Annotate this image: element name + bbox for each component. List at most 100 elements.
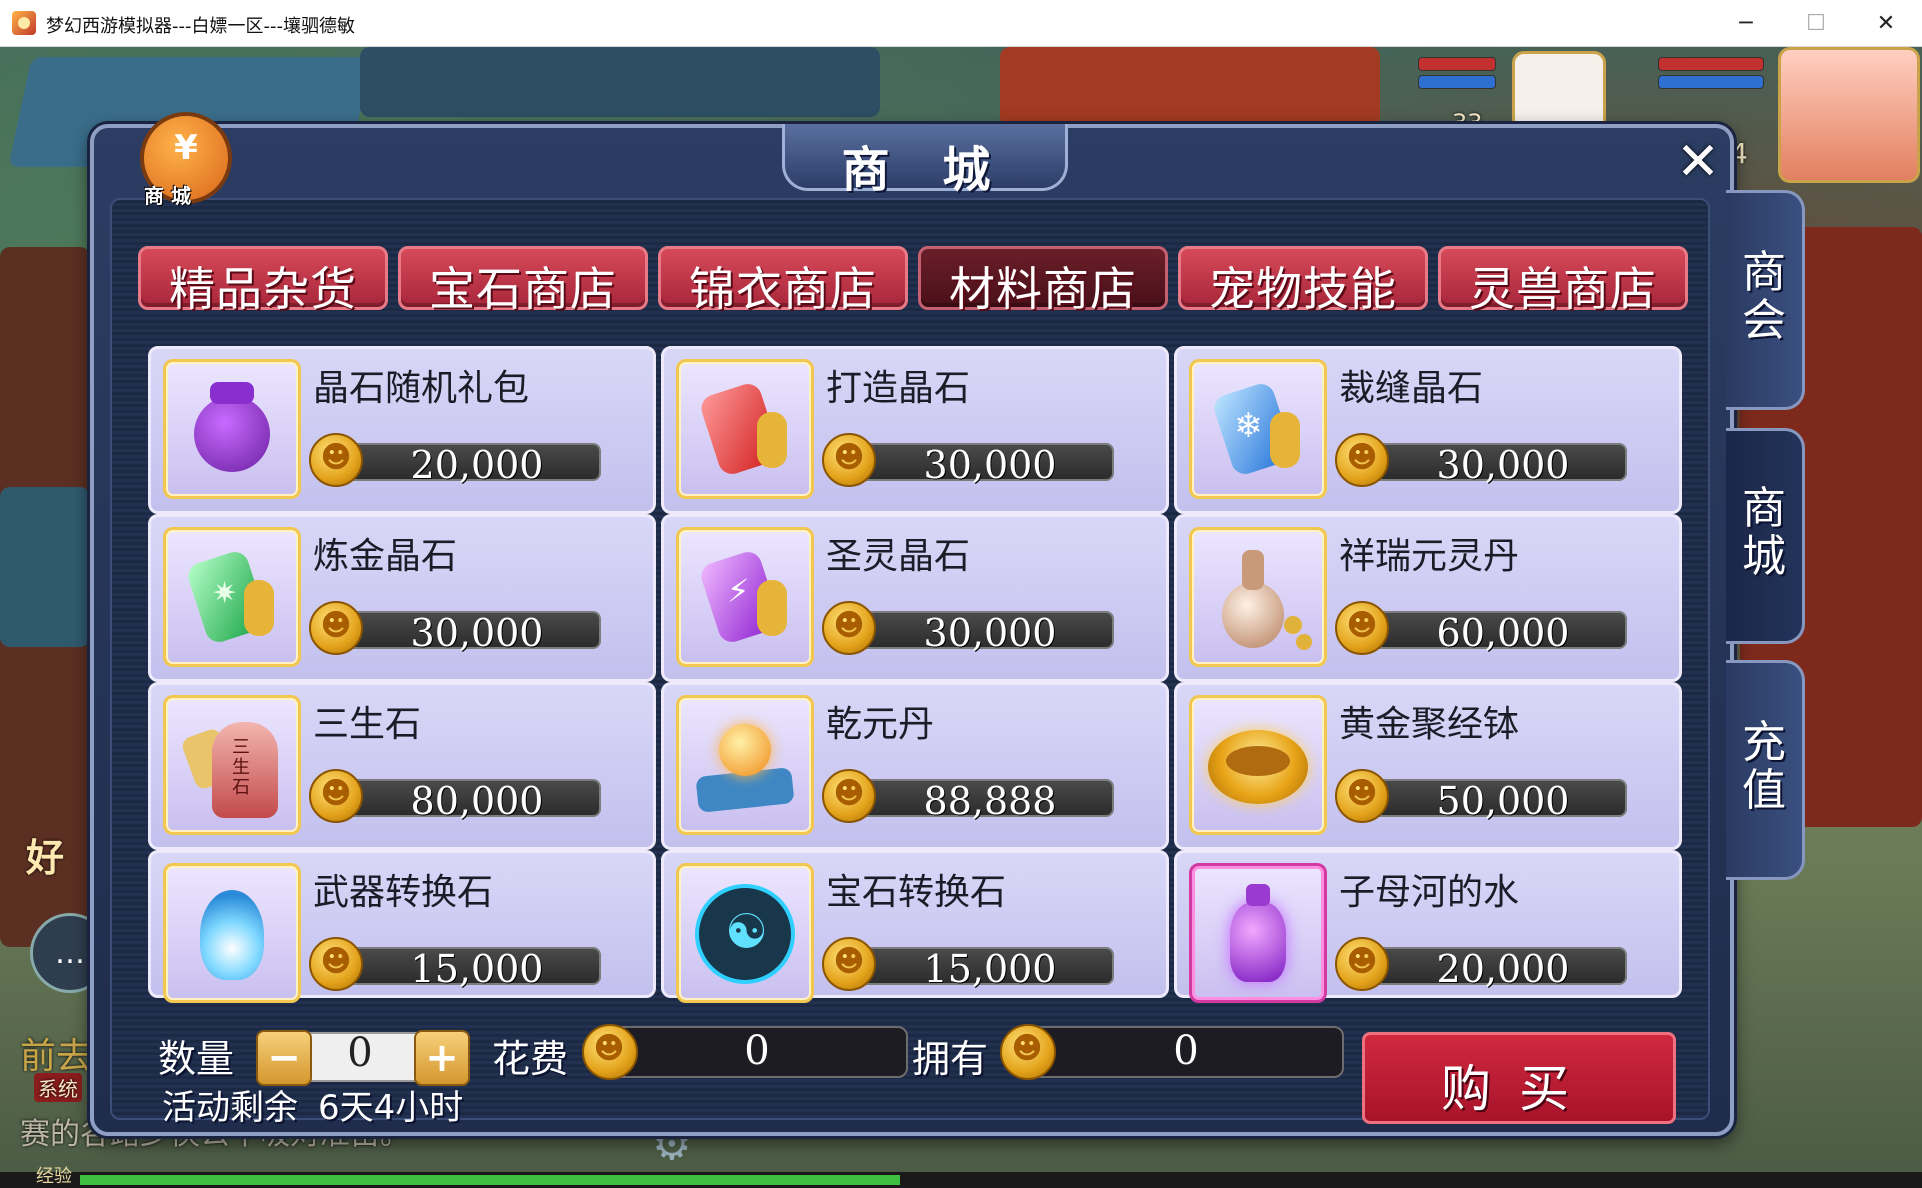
gold-coin-icon — [1000, 1024, 1056, 1080]
window-titlebar: 梦幻西游模拟器---白嫖一区---壤驷德敏 ─ ☐ ✕ — [0, 0, 1922, 47]
tab-clothing-shop[interactable]: 锦衣商店 — [658, 246, 908, 316]
roof-tiles-top — [360, 47, 880, 117]
sansheng-stone-icon: 三生石 — [163, 695, 301, 835]
experience-bar-fill — [80, 1175, 900, 1185]
shop-item-card[interactable]: ❄ 裁缝晶石 30,000 — [1174, 346, 1682, 514]
item-price: 88,888 — [923, 779, 1057, 823]
gold-coin-icon — [1335, 601, 1389, 655]
shop-item-card[interactable]: 祥瑞元灵丹 60,000 — [1174, 514, 1682, 682]
item-name: 三生石 — [313, 704, 422, 745]
minimize-icon[interactable]: ─ — [1712, 0, 1780, 46]
player-mp-bar — [1658, 75, 1764, 89]
shop-badge-label: 商 城 — [144, 184, 191, 208]
pet-avatar[interactable] — [1512, 51, 1606, 133]
gourd-bottle-icon — [1189, 527, 1327, 667]
gold-coin-icon — [309, 937, 363, 991]
gold-coin-icon — [1335, 769, 1389, 823]
glowing-pill-icon — [676, 695, 814, 835]
pet-hp-bar — [1418, 57, 1496, 71]
item-price: 30,000 — [923, 443, 1057, 487]
experience-bar — [0, 1172, 1922, 1188]
item-price: 80,000 — [410, 779, 544, 823]
item-name: 打造晶石 — [826, 368, 971, 409]
quantity-input[interactable]: 0 — [310, 1030, 410, 1076]
item-price: 20,000 — [410, 443, 544, 487]
close-button[interactable]: ✕ — [1669, 132, 1727, 192]
window-title: 梦幻西游模拟器---白嫖一区---壤驷德敏 — [46, 16, 355, 37]
gold-coin-icon — [822, 433, 876, 487]
player-hp-bar — [1658, 57, 1764, 71]
system-tag: 系统 — [34, 1073, 82, 1102]
tab-label: 宝石商店 — [429, 262, 617, 316]
shop-item-card[interactable]: 三生石 三生石 80,000 — [148, 682, 656, 850]
item-price: 30,000 — [410, 611, 544, 655]
item-name: 子母河的水 — [1339, 872, 1520, 913]
green-crystal-icon: ✷ — [163, 527, 301, 667]
shop-item-card[interactable]: 黄金聚经钵 50,000 — [1174, 682, 1682, 850]
increase-button[interactable]: + — [414, 1030, 470, 1086]
gold-coin-icon — [822, 601, 876, 655]
item-name: 晶石随机礼包 — [313, 368, 530, 409]
shop-item-card[interactable]: ⚡ 圣灵晶石 30,000 — [661, 514, 1169, 682]
side-tab-mall[interactable]: 商城 — [1726, 428, 1805, 644]
side-tab-label: 充值 — [1742, 717, 1786, 816]
shop-item-card[interactable]: ✷ 炼金晶石 30,000 — [148, 514, 656, 682]
shop-item-card[interactable]: 武器转换石 15,000 — [148, 850, 656, 1003]
shop-title: 商 城 — [841, 142, 1009, 198]
gold-coin-icon — [822, 937, 876, 991]
shop-item-card[interactable]: ☯ 宝石转换石 15,000 — [661, 850, 1169, 1003]
item-name: 黄金聚经钵 — [1339, 704, 1520, 745]
decrease-button[interactable]: − — [256, 1030, 312, 1086]
item-name: 祥瑞元灵丹 — [1339, 536, 1520, 577]
cost-label: 花费 — [492, 1037, 569, 1081]
player-avatar[interactable] — [1778, 47, 1920, 183]
item-name: 圣灵晶石 — [826, 536, 971, 577]
blue-crystal-icon: ❄ — [1189, 359, 1327, 499]
buy-button[interactable]: 购买 — [1362, 1032, 1676, 1124]
shop-item-card[interactable]: 乾元丹 88,888 — [661, 682, 1169, 850]
cost-value: 0 — [744, 1028, 770, 1074]
item-price: 15,000 — [923, 947, 1057, 991]
tab-material-shop[interactable]: 材料商店 — [918, 246, 1168, 316]
gold-coin-icon — [309, 601, 363, 655]
side-tab-recharge[interactable]: 充值 — [1726, 660, 1805, 880]
gold-coin-icon — [309, 769, 363, 823]
tab-gem-shop[interactable]: 宝石商店 — [398, 246, 648, 316]
purple-pouch-icon — [163, 359, 301, 499]
item-price: 30,000 — [923, 611, 1057, 655]
tab-spirit-beast-shop[interactable]: 灵兽商店 — [1438, 246, 1688, 316]
gold-coin-icon — [1335, 433, 1389, 487]
buy-label: 购买 — [1441, 1060, 1597, 1118]
window-close-icon[interactable]: ✕ — [1852, 0, 1920, 46]
experience-label: 经验 — [36, 1166, 72, 1187]
tab-label: 锦衣商店 — [689, 262, 877, 316]
event-remaining-value: 6天4小时 — [318, 1088, 464, 1128]
item-name: 武器转换石 — [313, 872, 494, 913]
owned-label: 拥有 — [912, 1037, 989, 1081]
side-tab-chamber-of-commerce[interactable]: 商会 — [1726, 190, 1805, 410]
item-name: 裁缝晶石 — [1339, 368, 1484, 409]
tab-label: 宠物技能 — [1209, 262, 1397, 316]
tab-pet-skills[interactable]: 宠物技能 — [1178, 246, 1428, 316]
yuan-bag-icon: ¥ — [174, 128, 198, 168]
purple-crystal-icon: ⚡ — [676, 527, 814, 667]
tab-boutique[interactable]: 精品杂货 — [138, 246, 388, 316]
maximize-icon[interactable]: ☐ — [1782, 0, 1850, 46]
item-name: 宝石转换石 — [826, 872, 1007, 913]
item-price: 20,000 — [1436, 947, 1570, 991]
side-tab-label: 商会 — [1742, 247, 1786, 346]
shop-panel: 商 城 ¥ 商 城 ✕ 精品杂货 宝石商店 锦衣商店 材料商店 宠物技能 灵兽商… — [90, 112, 1734, 1136]
owned-field: 0 — [1028, 1026, 1344, 1078]
gold-coin-icon — [822, 769, 876, 823]
tab-label: 材料商店 — [949, 262, 1137, 316]
shop-item-card[interactable]: 晶石随机礼包 20,000 — [148, 346, 656, 514]
app-icon — [12, 11, 36, 35]
yin-yang-icon: ☯ — [676, 863, 814, 1003]
gold-coin-icon — [582, 1024, 638, 1080]
shop-item-card[interactable]: 子母河的水 20,000 — [1174, 850, 1682, 1003]
pet-mp-bar — [1418, 75, 1496, 89]
quantity-label: 数量 — [158, 1037, 235, 1081]
shop-item-card[interactable]: 打造晶石 30,000 — [661, 346, 1169, 514]
owned-value: 0 — [1173, 1028, 1199, 1074]
item-price: 50,000 — [1436, 779, 1570, 823]
